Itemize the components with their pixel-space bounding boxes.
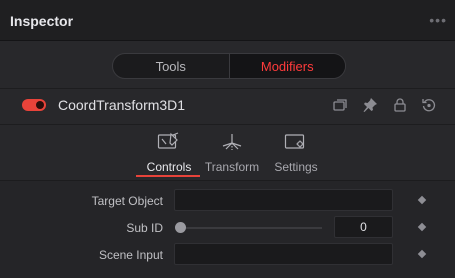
active-tab-indicator <box>136 175 200 177</box>
versions-icon[interactable] <box>331 96 349 114</box>
tab-transform[interactable]: Transform <box>200 129 264 181</box>
tools-modifiers-segment: Tools Modifiers <box>112 53 346 79</box>
sub-id-row: Sub ID 0 <box>0 216 455 240</box>
node-enable-toggle[interactable] <box>22 99 46 111</box>
reset-icon[interactable] <box>420 96 438 114</box>
keyframe-diamond-icon[interactable] <box>417 222 427 232</box>
lock-icon[interactable] <box>391 96 409 114</box>
pin-icon[interactable] <box>361 96 379 114</box>
tools-tab-button[interactable]: Tools <box>113 54 229 78</box>
tab-controls-label: Controls <box>146 160 192 174</box>
controls-panel: Target Object Sub ID 0 Scene Input <box>0 180 455 278</box>
settings-icon <box>284 134 305 149</box>
inspector-panel: Inspector ••• Tools Modifiers CoordTrans… <box>0 0 455 278</box>
scene-input-row: Scene Input <box>0 243 455 267</box>
node-header: CoordTransform3D1 <box>0 88 455 124</box>
sub-id-value-field[interactable]: 0 <box>334 216 393 238</box>
tab-controls[interactable]: Controls <box>140 129 198 181</box>
target-object-label: Target Object <box>91 194 163 208</box>
tab-transform-label: Transform <box>204 160 260 174</box>
target-object-row: Target Object <box>0 189 455 213</box>
controls-icon <box>157 132 179 149</box>
node-name: CoordTransform3D1 <box>58 97 186 113</box>
more-options-icon[interactable]: ••• <box>429 12 447 28</box>
tabs-bar: Controls Transform Settings <box>0 124 455 180</box>
modifiers-tab-button[interactable]: Modifiers <box>228 54 345 78</box>
scene-input-field[interactable] <box>174 243 393 265</box>
sub-id-label: Sub ID <box>126 221 163 235</box>
keyframe-diamond-icon[interactable] <box>417 249 427 259</box>
scene-input-label: Scene Input <box>98 248 163 262</box>
target-object-field[interactable] <box>174 189 393 211</box>
title-bar: Inspector ••• <box>0 0 455 41</box>
sub-id-slider-track[interactable] <box>186 227 322 229</box>
keyframe-diamond-icon[interactable] <box>417 195 427 205</box>
tab-settings-label: Settings <box>274 160 318 174</box>
sub-id-slider-knob[interactable] <box>175 222 186 233</box>
panel-title: Inspector <box>10 13 74 29</box>
transform-icon <box>222 134 242 150</box>
tab-settings[interactable]: Settings <box>270 129 322 181</box>
